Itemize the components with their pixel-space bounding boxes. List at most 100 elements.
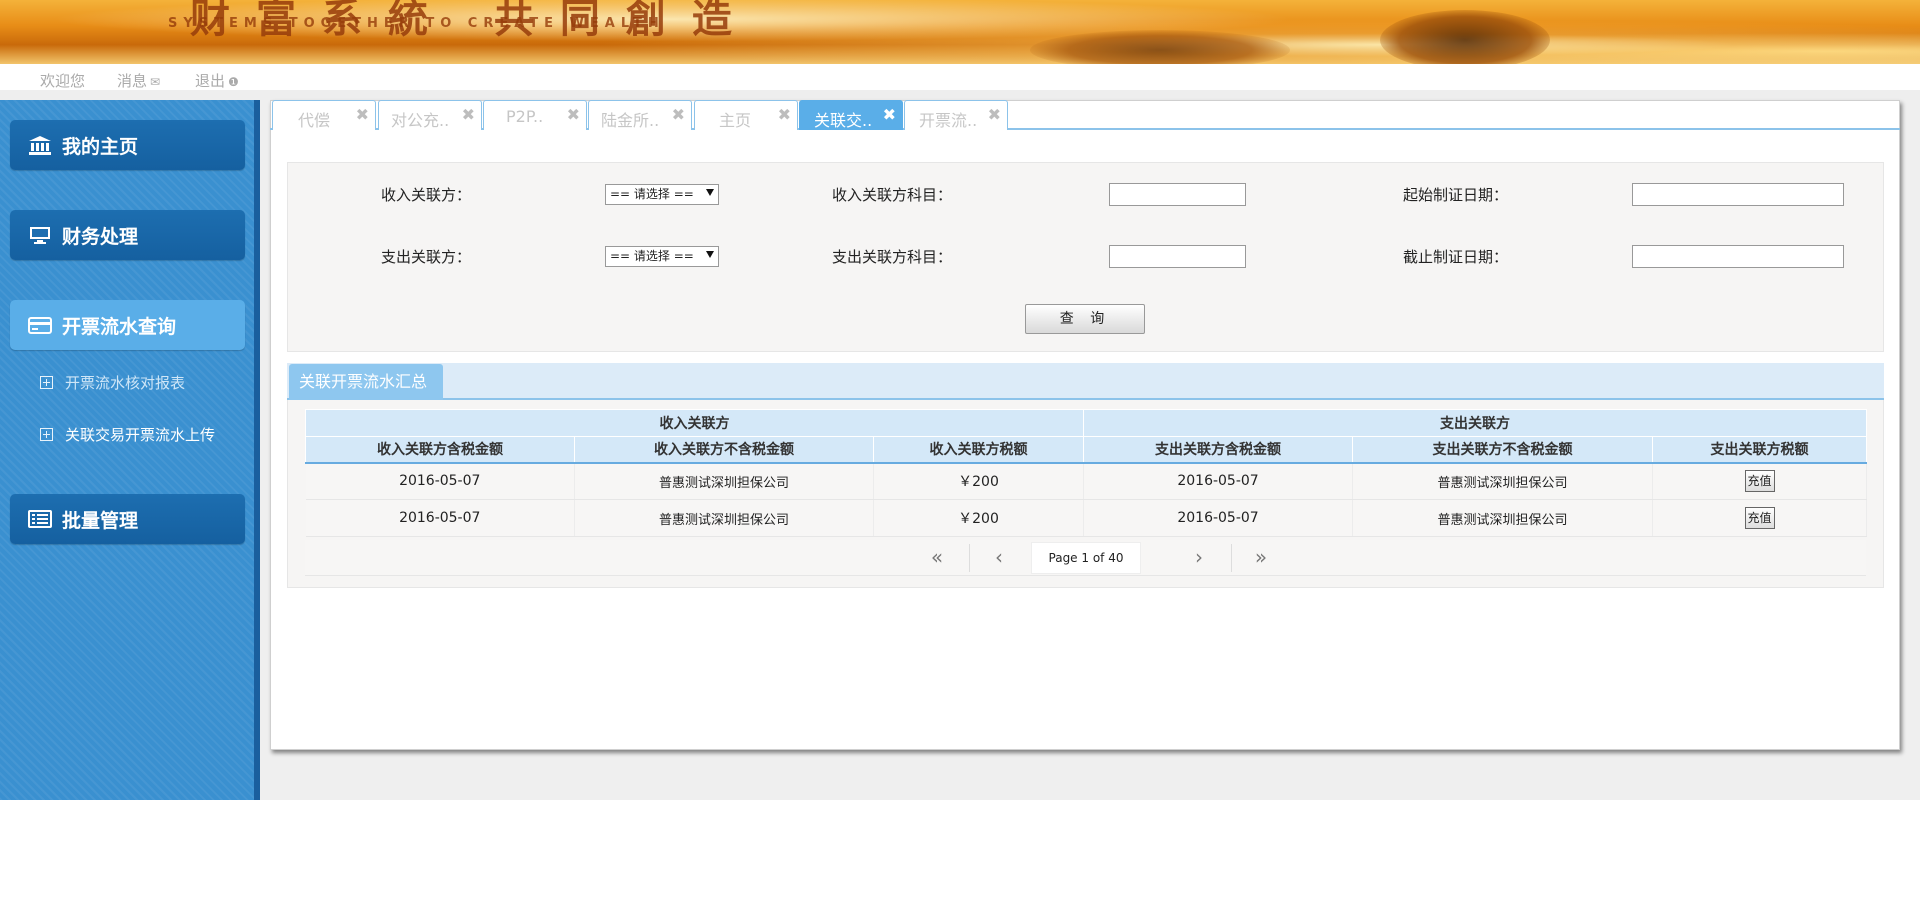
- tab-corporate-recharge[interactable]: 对公充.. ✖: [378, 100, 482, 130]
- table-cell: 2016-05-07: [305, 499, 575, 537]
- sidebar-menu-label: 我的主页: [62, 135, 139, 158]
- sidebar-menu-label: 批量管理: [62, 509, 139, 532]
- nav-divider: [0, 91, 1920, 100]
- close-icon[interactable]: ✖: [672, 105, 685, 124]
- tab-compensation[interactable]: 代偿 ✖: [272, 100, 376, 130]
- tab-lufax[interactable]: 陆金所.. ✖: [588, 100, 692, 130]
- tab-label: 关联交..: [814, 111, 873, 130]
- column-header[interactable]: 收入关联方含税金额: [305, 436, 575, 464]
- dropdown-arrow-icon: [706, 251, 714, 258]
- table-cell: 普惠测试深圳担保公司: [1352, 499, 1654, 537]
- sidebar-menu-invoice-query[interactable]: 开票流水查询: [10, 300, 245, 350]
- banner-decoration: [1030, 30, 1290, 64]
- tab-label: 陆金所..: [601, 111, 660, 130]
- first-page-icon[interactable]: «: [907, 542, 967, 574]
- tab-label: 代偿: [298, 111, 331, 130]
- tab-label: P2P..: [506, 107, 544, 126]
- recharge-button[interactable]: 充值: [1744, 507, 1775, 529]
- income-subject-input[interactable]: [1109, 183, 1246, 206]
- messages-link[interactable]: 消息 ✉: [117, 70, 160, 91]
- column-header[interactable]: 支出关联方不含税金额: [1352, 436, 1654, 464]
- tab-home[interactable]: 主页 ✖: [694, 100, 798, 130]
- summary-table: 收入关联方 支出关联方 收入关联方含税金额 收入关联方不含税金额 收入关联方税额…: [304, 409, 1868, 537]
- envelope-icon: ✉: [150, 75, 161, 89]
- table-cell: 2016-05-07: [1083, 462, 1354, 500]
- query-button[interactable]: 查 询: [1025, 304, 1145, 334]
- logout-link[interactable]: 退出 ❶: [195, 70, 239, 91]
- column-header[interactable]: 收入关联方不含税金额: [574, 436, 874, 464]
- close-icon[interactable]: ✖: [778, 105, 791, 124]
- table-cell: ￥200: [873, 462, 1085, 500]
- close-icon[interactable]: ✖: [883, 105, 896, 124]
- pagination: « ‹ Page 1 of 40 › »: [305, 540, 1866, 576]
- select-value: == 请选择 ==: [610, 249, 694, 263]
- prev-page-icon[interactable]: ‹: [969, 542, 1029, 574]
- sidebar: 我的主页 财务处理 开票流水查询 开票流水核对报表 关联交易开票流水上传 批量管…: [0, 100, 260, 800]
- sidebar-menu-label: 开票流水查询: [62, 315, 177, 338]
- next-page-icon[interactable]: ›: [1169, 542, 1229, 574]
- sidebar-item-invoice-upload[interactable]: 关联交易开票流水上传: [40, 424, 215, 445]
- expense-subject-label: 支出关联方科目：: [832, 248, 953, 266]
- table-cell: 充值: [1652, 499, 1868, 537]
- tab-label: 主页: [719, 111, 752, 130]
- top-nav: 欢迎您 消息 ✉ 退出 ❶: [0, 64, 1920, 91]
- column-header[interactable]: 收入关联方税额: [872, 436, 1085, 464]
- welcome-link[interactable]: 欢迎您: [40, 70, 85, 91]
- table-row: 2016-05-07 普惠测试深圳担保公司 ￥200 2016-05-07 普惠…: [305, 462, 1868, 500]
- tab-bar: 代偿 ✖ 对公充.. ✖ P2P.. ✖ 陆金所.. ✖ 主页 ✖ 关联交.. …: [270, 100, 1900, 130]
- dropdown-arrow-icon: [706, 189, 714, 196]
- end-date-label: 截止制证日期：: [1403, 248, 1509, 266]
- tab-invoice-flow[interactable]: 开票流.. ✖: [904, 100, 1008, 130]
- header-banner: 财富系統 共同創造 SYSTEMS TOGETHER TO CREATE WEA…: [0, 0, 1920, 64]
- last-page-icon[interactable]: »: [1231, 542, 1291, 574]
- end-date-input[interactable]: [1632, 245, 1844, 268]
- column-header[interactable]: 支出关联方含税金额: [1083, 436, 1354, 464]
- close-icon[interactable]: ✖: [988, 105, 1001, 124]
- banner-subtitle: SYSTEMS TOGETHER TO CREATE WEALTH: [168, 16, 665, 31]
- table-row: 2016-05-07 普惠测试深圳担保公司 ￥200 2016-05-07 普惠…: [305, 499, 1868, 537]
- tab-p2p[interactable]: P2P.. ✖: [483, 100, 587, 130]
- sidebar-menu-label: 财务处理: [62, 225, 139, 248]
- credit-card-icon: [28, 315, 52, 335]
- close-icon[interactable]: ✖: [356, 105, 369, 124]
- table-cell: 2016-05-07: [305, 462, 575, 500]
- group-header-expense: 支出关联方: [1083, 409, 1868, 437]
- income-party-label: 收入关联方：: [381, 186, 472, 204]
- close-icon[interactable]: ✖: [567, 105, 580, 124]
- bank-icon: [28, 135, 52, 155]
- column-header[interactable]: 支出关联方税额: [1652, 436, 1868, 464]
- recharge-button[interactable]: 充值: [1744, 470, 1775, 493]
- list-icon: [28, 509, 52, 529]
- sidebar-item-label: 关联交易开票流水上传: [65, 426, 216, 444]
- start-date-label: 起始制证日期：: [1403, 186, 1509, 204]
- table-cell: 普惠测试深圳担保公司: [574, 462, 874, 500]
- expand-icon: [40, 428, 53, 441]
- summary-header: [287, 363, 1884, 400]
- table-cell: 普惠测试深圳担保公司: [1352, 462, 1654, 500]
- sidebar-menu-home[interactable]: 我的主页: [10, 120, 245, 170]
- expense-party-label: 支出关联方：: [381, 248, 472, 266]
- table-cell: 充值: [1652, 462, 1868, 500]
- table-cell: ￥200: [873, 499, 1085, 537]
- summary-tab[interactable]: 关联开票流水汇总: [289, 364, 443, 400]
- sidebar-menu-finance[interactable]: 财务处理: [10, 210, 245, 260]
- messages-label: 消息: [117, 72, 148, 90]
- income-subject-label: 收入关联方科目：: [832, 186, 953, 204]
- income-party-select[interactable]: == 请选择 ==: [605, 184, 719, 205]
- group-header-income: 收入关联方: [304, 409, 1085, 437]
- tab-label: 开票流..: [919, 111, 978, 130]
- select-value: == 请选择 ==: [610, 187, 694, 201]
- expense-party-select[interactable]: == 请选择 ==: [605, 246, 719, 267]
- tab-related-transactions[interactable]: 关联交.. ✖: [799, 100, 903, 130]
- sidebar-menu-batch[interactable]: 批量管理: [10, 494, 245, 544]
- close-icon[interactable]: ✖: [462, 105, 475, 124]
- expense-subject-input[interactable]: [1109, 245, 1246, 268]
- table-cell: 普惠测试深圳担保公司: [574, 499, 874, 537]
- page-info: Page 1 of 40: [1031, 542, 1141, 574]
- sidebar-item-invoice-reconcile[interactable]: 开票流水核对报表: [40, 372, 185, 393]
- info-icon: ❶: [228, 75, 239, 89]
- monitor-icon: [28, 225, 52, 245]
- table-cell: 2016-05-07: [1083, 499, 1354, 537]
- tab-label: 对公充..: [391, 111, 450, 130]
- start-date-input[interactable]: [1632, 183, 1844, 206]
